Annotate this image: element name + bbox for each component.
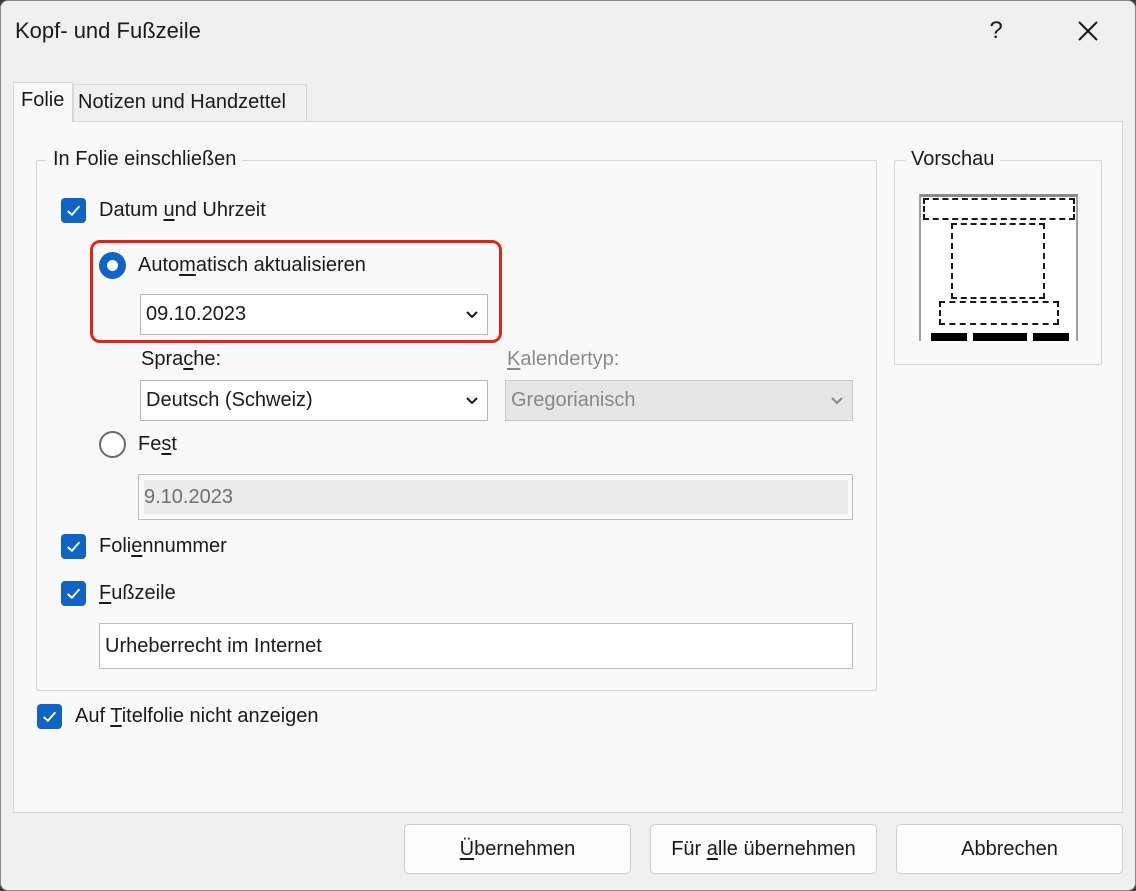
tab-notes-handouts[interactable]: Notizen und Handzettel <box>73 84 307 122</box>
preview-title-placeholder <box>923 198 1075 220</box>
apply-to-all-button[interactable]: Für alle übernehmen <box>650 824 877 874</box>
calendar-type-value: Gregorianisch <box>511 389 636 411</box>
footer-text-input[interactable]: Urheberrecht im Internet <box>99 623 853 669</box>
preview-legend: Vorschau <box>905 148 1001 171</box>
dialog-title: Kopf- und Fußzeile <box>15 18 201 43</box>
checkbox-checked-icon <box>61 581 86 606</box>
fixed-date-value: 9.10.2023 <box>144 485 233 508</box>
auto-update-label: Automatisch aktualisieren <box>138 254 366 276</box>
language-dropdown[interactable]: Deutsch (Schweiz) <box>140 380 488 421</box>
preview-date-bar <box>931 333 967 341</box>
close-button[interactable] <box>1065 9 1111 53</box>
radio-selected-icon <box>99 252 126 279</box>
calendar-type-label: Kalendertyp: <box>507 348 620 370</box>
apply-button[interactable]: Übernehmen <box>404 824 631 874</box>
footer-text-value: Urheberrecht im Internet <box>105 634 322 657</box>
language-value: Deutsch (Schweiz) <box>146 389 313 411</box>
include-group-legend: In Folie einschließen <box>47 148 243 171</box>
header-footer-dialog: Kopf- und Fußzeile ? Folie Notizen und H… <box>0 0 1136 891</box>
close-icon <box>1078 21 1098 41</box>
slide-preview <box>919 194 1078 341</box>
language-label: Sprache: <box>141 348 222 370</box>
date-time-checkbox[interactable]: Datum und Uhrzeit <box>61 198 266 223</box>
calendar-type-dropdown: Gregorianisch <box>505 380 853 421</box>
checkbox-checked-icon <box>61 198 86 223</box>
checkbox-checked-icon <box>37 704 62 729</box>
footer-label: Fußzeile <box>99 582 176 604</box>
preview-content-placeholder <box>951 223 1045 299</box>
fixed-date-field: 9.10.2023 <box>138 474 853 520</box>
footer-checkbox[interactable]: Fußzeile <box>61 581 176 606</box>
date-format-dropdown[interactable]: 09.10.2023 <box>140 294 488 335</box>
fixed-date-label: Fest <box>138 433 177 455</box>
help-icon: ? <box>989 17 1003 44</box>
radio-unselected-icon <box>99 431 126 458</box>
slide-number-label: Foliennummer <box>99 535 227 557</box>
chevron-down-icon <box>461 389 483 413</box>
date-time-label: Datum und Uhrzeit <box>99 199 266 221</box>
help-button[interactable]: ? <box>973 9 1019 53</box>
cancel-button[interactable]: Abbrechen <box>896 824 1123 874</box>
checkbox-checked-icon <box>61 534 86 559</box>
slide-number-checkbox[interactable]: Foliennummer <box>61 534 227 559</box>
date-format-value: 09.10.2023 <box>146 303 247 325</box>
hide-on-title-slide-label: Auf Titelfolie nicht anzeigen <box>75 705 319 727</box>
chevron-down-icon <box>826 389 848 413</box>
chevron-down-icon <box>461 303 483 327</box>
fixed-date-radio[interactable]: Fest <box>99 431 177 458</box>
preview-number-bar <box>1033 333 1069 341</box>
preview-footer-bar <box>973 333 1027 341</box>
tab-slide[interactable]: Folie <box>13 82 73 122</box>
hide-on-title-slide-checkbox[interactable]: Auf Titelfolie nicht anzeigen <box>37 704 319 729</box>
preview-footer-placeholder <box>939 301 1059 325</box>
auto-update-radio[interactable]: Automatisch aktualisieren <box>99 252 366 279</box>
